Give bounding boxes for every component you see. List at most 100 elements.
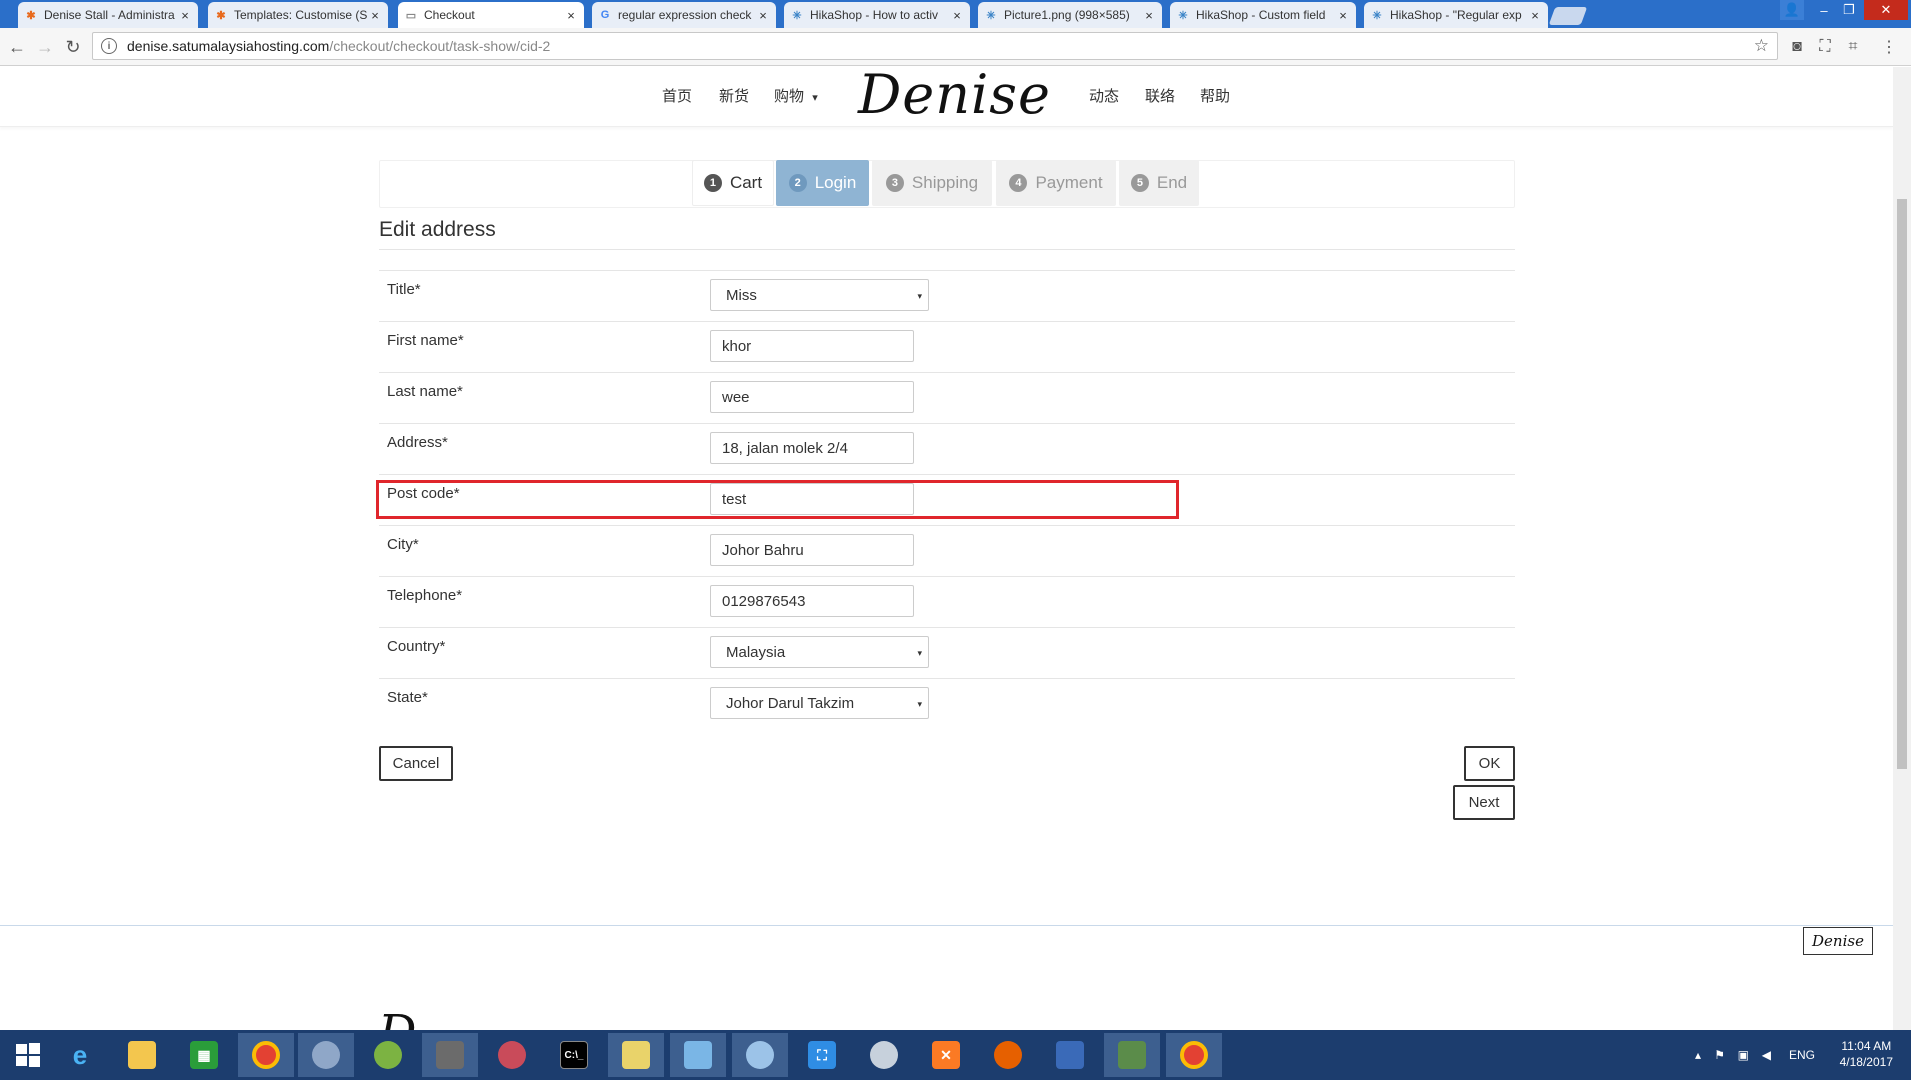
taskbar-app[interactable] bbox=[856, 1033, 912, 1077]
screenshot-icon[interactable]: ⌗ bbox=[1842, 36, 1864, 58]
country-select[interactable]: Malaysia ▾ bbox=[710, 636, 929, 668]
close-icon[interactable]: × bbox=[178, 8, 192, 23]
restore-icon[interactable]: ❐ bbox=[1836, 0, 1862, 20]
close-icon[interactable]: × bbox=[564, 8, 578, 23]
first-name-input[interactable]: khor bbox=[710, 330, 914, 362]
state-select[interactable]: Johor Darul Takzim ▾ bbox=[710, 687, 929, 719]
scrollbar-thumb[interactable] bbox=[1897, 199, 1907, 769]
browser-tab[interactable]: ✱ Denise Stall - Administra × bbox=[18, 2, 198, 28]
browser-tab[interactable]: ✳ HikaShop - "Regular exp × bbox=[1364, 2, 1548, 28]
camera-icon[interactable]: ◙ bbox=[1786, 36, 1808, 58]
taskbar-app[interactable] bbox=[484, 1033, 540, 1077]
close-icon[interactable]: × bbox=[756, 8, 770, 23]
taskbar-network[interactable] bbox=[1042, 1033, 1098, 1077]
title-select[interactable]: Miss ▾ bbox=[710, 279, 929, 311]
form-row-city: City* Johor Bahru bbox=[379, 525, 1515, 576]
nav-shop-label: 购物 bbox=[774, 88, 805, 105]
step-end[interactable]: 5 End bbox=[1119, 160, 1199, 206]
taskbar-paint[interactable] bbox=[732, 1033, 788, 1077]
nav-help[interactable]: 帮助 bbox=[1200, 85, 1230, 106]
last-name-input[interactable]: wee bbox=[710, 381, 914, 413]
window-close-icon[interactable]: ✕ bbox=[1864, 0, 1908, 20]
address-bar[interactable]: i denise.satumalaysiahosting.com/checkou… bbox=[92, 32, 1778, 60]
close-icon[interactable]: × bbox=[368, 8, 382, 23]
close-icon[interactable]: × bbox=[1336, 8, 1350, 23]
nav-news[interactable]: 动态 bbox=[1089, 85, 1119, 106]
new-tab-button[interactable] bbox=[1548, 7, 1588, 25]
flag-icon[interactable]: ⚑ bbox=[1714, 1048, 1725, 1062]
browser-tab[interactable]: ✳ Picture1.png (998×585) × bbox=[978, 2, 1162, 28]
taskbar-chrome[interactable] bbox=[238, 1033, 294, 1077]
address-input[interactable]: 18, jalan molek 2/4 bbox=[710, 432, 914, 464]
telephone-input[interactable]: 0129876543 bbox=[710, 585, 914, 617]
taskbar-ie[interactable]: e bbox=[52, 1033, 108, 1077]
step-number: 5 bbox=[1130, 174, 1149, 192]
city-input[interactable]: Johor Bahru bbox=[710, 534, 914, 566]
taskbar-cmd[interactable]: C:\_ bbox=[546, 1033, 602, 1077]
divider bbox=[379, 249, 1515, 250]
taskbar-store[interactable]: ▦ bbox=[176, 1033, 232, 1077]
next-button[interactable]: Next bbox=[1453, 785, 1515, 820]
taskbar-app[interactable] bbox=[608, 1033, 664, 1077]
taskbar-app[interactable] bbox=[1104, 1033, 1160, 1077]
taskbar-xampp[interactable]: ✕ bbox=[918, 1033, 974, 1077]
start-button[interactable] bbox=[0, 1033, 56, 1077]
site-logo[interactable]: Denise bbox=[858, 67, 1051, 126]
nav-contact[interactable]: 联络 bbox=[1145, 85, 1175, 106]
taskbar-android-studio[interactable] bbox=[360, 1033, 416, 1077]
taskbar-snipping[interactable]: ⛶ bbox=[794, 1033, 850, 1077]
reload-icon[interactable]: ↻ bbox=[62, 36, 84, 58]
step-shipping[interactable]: 3 Shipping bbox=[872, 160, 992, 206]
nav-new-arrivals[interactable]: 新货 bbox=[719, 85, 749, 106]
minimize-icon[interactable]: – bbox=[1812, 0, 1836, 20]
taskbar-app[interactable] bbox=[298, 1033, 354, 1077]
tab-title: regular expression check bbox=[618, 8, 752, 22]
footer-logo-button[interactable]: Denise bbox=[1803, 927, 1873, 955]
forward-icon[interactable]: → bbox=[34, 36, 56, 58]
taskbar-firefox[interactable] bbox=[980, 1033, 1036, 1077]
joomla-icon: ✱ bbox=[216, 9, 226, 22]
fullscreen-icon[interactable]: ⛶ bbox=[1814, 36, 1836, 58]
cancel-button[interactable]: Cancel bbox=[379, 746, 453, 781]
tab-title: HikaShop - Custom field bbox=[1196, 8, 1326, 22]
close-icon[interactable]: × bbox=[1142, 8, 1156, 23]
browser-tab-strip: ✱ Denise Stall - Administra × ✱ Template… bbox=[0, 0, 1911, 28]
step-number: 2 bbox=[788, 174, 807, 192]
ok-button[interactable]: OK bbox=[1464, 746, 1515, 781]
network-tray-icon[interactable]: ▣ bbox=[1738, 1048, 1749, 1062]
menu-icon[interactable]: ⋮ bbox=[1878, 36, 1900, 58]
profile-icon[interactable]: 👤 bbox=[1780, 0, 1804, 20]
taskbar-explorer[interactable] bbox=[114, 1033, 170, 1077]
info-icon[interactable]: i bbox=[101, 38, 117, 54]
step-login[interactable]: 2 Login bbox=[776, 160, 869, 206]
volume-icon[interactable]: ◀ bbox=[1762, 1048, 1771, 1062]
close-icon[interactable]: × bbox=[950, 8, 964, 23]
hikashop-icon: ✳ bbox=[1372, 9, 1382, 22]
close-icon[interactable]: × bbox=[1528, 8, 1542, 23]
chevron-up-icon[interactable]: ▴ bbox=[1695, 1048, 1701, 1062]
step-payment[interactable]: 4 Payment bbox=[996, 160, 1116, 206]
clock[interactable]: 11:04 AM 4/18/2017 bbox=[1840, 1038, 1893, 1070]
internet-explorer-icon: e bbox=[72, 1039, 88, 1070]
back-icon[interactable]: ← bbox=[6, 36, 28, 58]
field-label: Telephone* bbox=[387, 587, 463, 604]
browser-tab[interactable]: ✳ HikaShop - Custom field × bbox=[1170, 2, 1356, 28]
taskbar-app[interactable] bbox=[422, 1033, 478, 1077]
browser-tab[interactable]: ✱ Templates: Customise (S × bbox=[208, 2, 388, 28]
language-indicator[interactable]: ENG bbox=[1789, 1048, 1815, 1062]
taskbar-app[interactable] bbox=[670, 1033, 726, 1077]
browser-tab[interactable]: ✳ HikaShop - How to activ × bbox=[784, 2, 970, 28]
chevron-down-icon: ▾ bbox=[917, 291, 922, 301]
nav-home[interactable]: 首页 bbox=[662, 85, 692, 106]
page-icon: ▭ bbox=[405, 9, 417, 22]
taskbar-chrome-2[interactable] bbox=[1166, 1033, 1222, 1077]
footer-divider bbox=[0, 925, 1893, 926]
form-row-last-name: Last name* wee bbox=[379, 372, 1515, 423]
browser-tab[interactable]: G regular expression check × bbox=[592, 2, 776, 28]
bookmark-star-icon[interactable]: ☆ bbox=[1754, 36, 1769, 56]
page-scrollbar[interactable] bbox=[1893, 67, 1911, 1030]
browser-tab-active[interactable]: ▭ Checkout × bbox=[398, 2, 584, 28]
joomla-icon: ✱ bbox=[26, 9, 36, 22]
nav-shop[interactable]: 购物 ▾ bbox=[774, 85, 818, 106]
step-cart[interactable]: 1 Cart bbox=[692, 160, 774, 206]
